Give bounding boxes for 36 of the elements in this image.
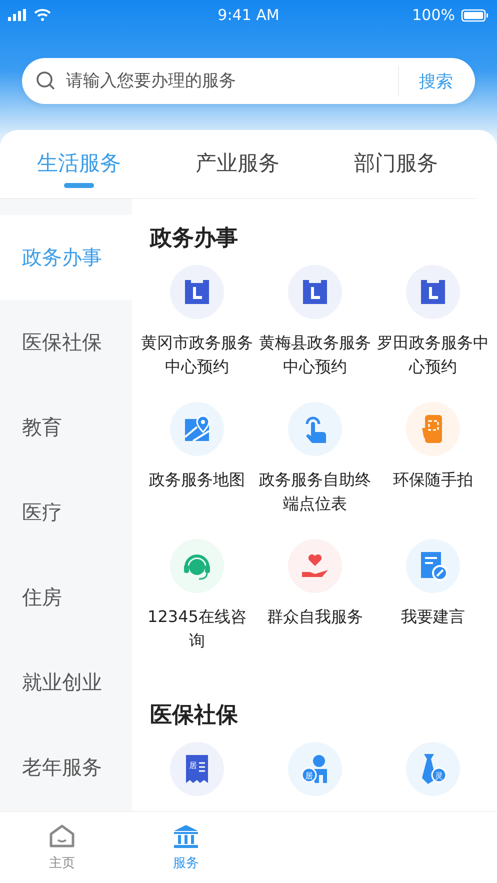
- service-label[interactable]: 黄梅县政务服务中心预约: [259, 331, 371, 379]
- service-label[interactable]: 环保随手拍: [377, 468, 489, 492]
- service-label[interactable]: 罗田政务服务中心预约: [377, 331, 489, 379]
- signal-icon: [8, 9, 28, 21]
- section-title: 医保社保: [150, 702, 239, 730]
- service-label[interactable]: 政务服务地图: [141, 468, 253, 492]
- search-icon: [36, 71, 56, 91]
- phone-icon: [421, 414, 445, 444]
- home-icon: [49, 824, 75, 848]
- calendar-icon: [302, 279, 328, 305]
- service-label[interactable]: 12345在线咨询: [141, 605, 253, 653]
- status-time: 9:41 AM: [218, 6, 280, 24]
- service-icon-background[interactable]: 居: [170, 742, 224, 796]
- service-label[interactable]: 政务服务自助终端点位表: [259, 468, 371, 516]
- sidebar-item[interactable]: 就业创业: [0, 640, 132, 725]
- calendar-icon: [420, 279, 446, 305]
- sidebar-item[interactable]: 教育: [0, 385, 132, 470]
- category-tab[interactable]: 产业服务: [158, 130, 317, 198]
- sidebar-item[interactable]: 医疗: [0, 470, 132, 555]
- battery-percent: 100%: [412, 6, 455, 24]
- calendar-icon: [184, 279, 210, 305]
- service-label[interactable]: 我要建言: [377, 605, 489, 629]
- sidebar-item[interactable]: 老年服务: [0, 725, 132, 810]
- receipt-icon: 居: [184, 754, 210, 784]
- map-pin-icon: [183, 415, 211, 443]
- wifi-icon: [34, 9, 51, 21]
- sidebar-item[interactable]: 医保社保: [0, 300, 132, 385]
- heart-in-hand-icon: [300, 552, 330, 580]
- service-label[interactable]: 群众自我服务: [259, 605, 371, 629]
- service-label[interactable]: 黄冈市政务服务中心预约: [141, 331, 253, 379]
- category-tab[interactable]: 部门服务: [316, 130, 475, 198]
- edit-document-icon: [419, 551, 447, 581]
- bank-building-icon: [173, 824, 199, 848]
- battery-icon: [461, 8, 489, 22]
- section-title: 政务办事: [150, 225, 239, 253]
- sidebar-item[interactable]: 住房: [0, 555, 132, 640]
